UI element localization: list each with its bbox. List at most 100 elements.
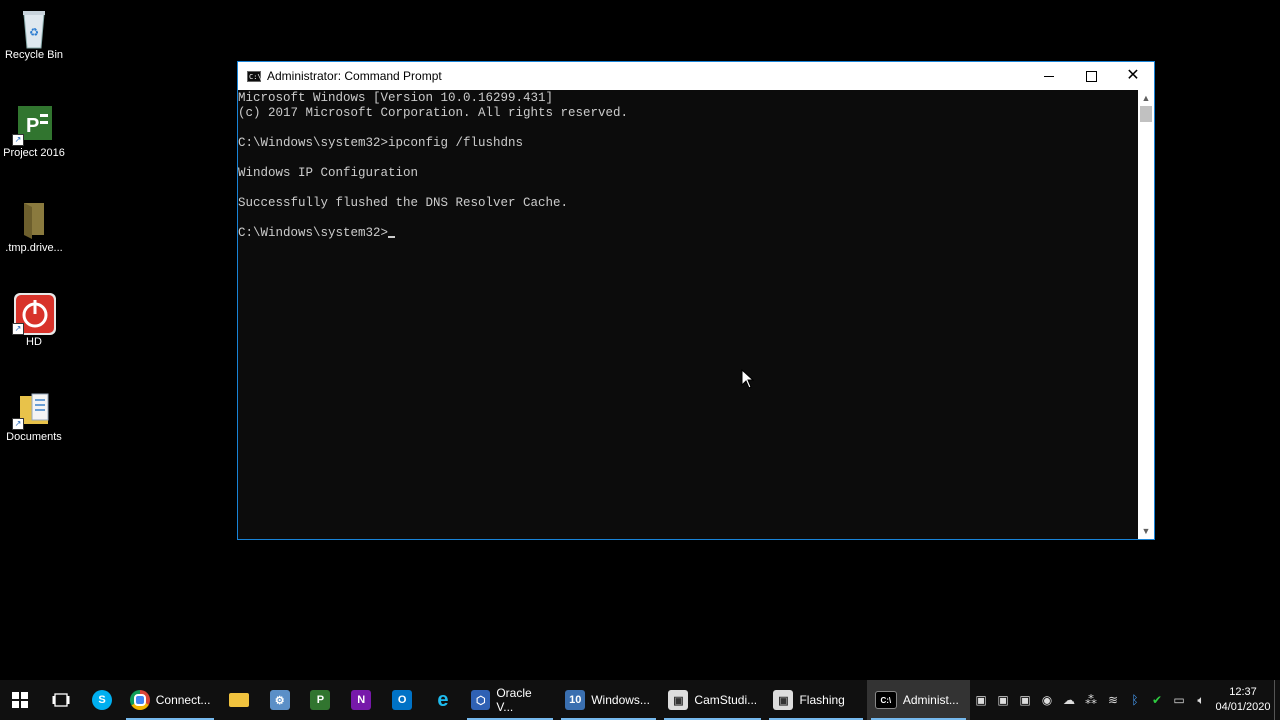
desktop-icon-tmp-drive[interactable]: .tmp.drive...	[0, 193, 68, 254]
console-line: Successfully flushed the DNS Resolver Ca…	[238, 196, 569, 210]
skype-icon: S	[92, 690, 113, 710]
text-cursor	[388, 236, 396, 238]
desktop-icon-label: HD	[26, 336, 42, 348]
file-explorer-button[interactable]	[218, 680, 259, 720]
desktop-icon-project-2016[interactable]: P ↗ Project 2016	[0, 98, 68, 159]
show-desktop-button[interactable]	[1274, 680, 1280, 720]
file-explorer-icon	[228, 693, 249, 707]
console-line: Microsoft Windows [Version 10.0.16299.43…	[238, 91, 554, 105]
svg-text:P: P	[26, 115, 39, 137]
desktop-icon-recycle-bin[interactable]: ♻ Recycle Bin	[0, 0, 68, 61]
vertical-scrollbar[interactable]: ▲ ▼	[1138, 90, 1154, 539]
scroll-up-button[interactable]: ▲	[1138, 90, 1154, 106]
power-icon: ↗	[12, 293, 56, 335]
taskbar-app-chrome[interactable]: Connect...	[122, 680, 218, 720]
internet-explorer-icon: e	[437, 688, 449, 711]
taskbar-app-flashing[interactable]: ▣ Flashing	[765, 680, 866, 720]
task-view-icon	[52, 693, 70, 707]
outlook-button[interactable]: O	[382, 680, 423, 720]
documents-icon: ↗	[12, 388, 54, 430]
taskbar-app-oracle-vm[interactable]: ⬡ Oracle V...	[463, 680, 557, 720]
desktop-icon-label: .tmp.drive...	[5, 242, 63, 254]
title-bar[interactable]: C:\ Administrator: Command Prompt ✕	[238, 62, 1154, 90]
mouse-pointer-icon	[741, 368, 755, 394]
taskbar-app-windows[interactable]: 10 Windows...	[557, 680, 660, 720]
taskbar-app-label: Connect...	[155, 693, 211, 707]
svg-text:♻: ♻	[29, 27, 39, 39]
project-button[interactable]: P	[300, 680, 341, 720]
taskbar-app-label: Windows...	[591, 693, 650, 707]
taskbar-app-camstudio[interactable]: ▣ CamStudi...	[660, 680, 765, 720]
onenote-icon: N	[351, 690, 372, 710]
battery-icon[interactable]: ▭	[1168, 680, 1190, 720]
clock-date: 04/01/2020	[1215, 701, 1271, 713]
close-button[interactable]: ✕	[1112, 62, 1154, 90]
minimize-button[interactable]	[1028, 62, 1070, 90]
close-icon: ✕	[1126, 67, 1140, 84]
internet-explorer-button[interactable]: e	[423, 680, 464, 720]
desktop-icon-label: Project 2016	[3, 147, 65, 159]
task-view-button[interactable]	[41, 680, 82, 720]
minimize-icon	[1044, 75, 1054, 77]
bluetooth-icon[interactable]: ᛒ	[1124, 680, 1146, 720]
desktop-icon-hd[interactable]: ↗ HD	[0, 287, 68, 348]
desktop-icon-label: Recycle Bin	[4, 49, 64, 61]
cmd-icon: C:\	[247, 70, 262, 82]
volume-icon[interactable]: 🔈︎	[1190, 680, 1212, 720]
camstudio-icon[interactable]: ▣	[970, 680, 992, 720]
window-title: Administrator: Command Prompt	[267, 69, 442, 83]
network-icon: ⚙	[269, 690, 290, 710]
scrollbar-thumb[interactable]	[1140, 106, 1152, 122]
taskbar-app-label: Flashing	[799, 693, 845, 707]
maximize-icon	[1085, 70, 1097, 82]
camstudio-icon[interactable]: ▣	[992, 680, 1014, 720]
shortcut-arrow-icon: ↗	[12, 418, 24, 430]
taskbar-app-command-prompt[interactable]: C:\ Administ...	[866, 680, 970, 720]
scroll-down-button[interactable]: ▼	[1138, 523, 1154, 539]
taskbar-app-label: Oracle V...	[496, 686, 532, 714]
network-app-button[interactable]: ⚙	[259, 680, 300, 720]
command-prompt-window[interactable]: C:\ Administrator: Command Prompt ✕ Micr…	[237, 61, 1155, 540]
chrome-icon[interactable]: ◉	[1036, 680, 1058, 720]
maximize-button[interactable]	[1070, 62, 1112, 90]
skype-button[interactable]: S	[82, 680, 123, 720]
console-line: C:\Windows\system32>ipconfig /flushdns	[238, 136, 524, 150]
console-output[interactable]: Microsoft Windows [Version 10.0.16299.43…	[238, 90, 1138, 539]
taskbar: S Connect... ⚙ P N O e ⬡ Oracle V... 10 …	[0, 680, 1280, 720]
project-icon: P	[310, 690, 331, 710]
shortcut-arrow-icon: ↗	[12, 323, 24, 335]
onedrive-icon[interactable]: ☁	[1058, 680, 1080, 720]
windows-installer-icon: 10	[565, 690, 586, 710]
virtualbox-icon: ⬡	[471, 690, 491, 710]
desktop-icon-label: Documents	[6, 431, 62, 443]
folder-icon	[14, 199, 54, 239]
camstudio-icon: ▣	[773, 690, 794, 710]
camstudio-icon[interactable]: ▣	[1014, 680, 1036, 720]
outlook-icon: O	[392, 690, 413, 710]
network-status-icon[interactable]: ⁂	[1080, 680, 1102, 720]
taskbar-app-label: CamStudi...	[694, 693, 758, 707]
desktop-icon-documents[interactable]: ↗ Documents	[0, 382, 68, 443]
system-tray: ▣ ▣ ▣ ◉ ☁ ⁂ ≋ ᛒ ✔ ▭ 🔈︎ 12:37 04/01/2020	[970, 680, 1280, 720]
taskbar-app-label: Administ...	[902, 693, 959, 707]
wifi-icon[interactable]: ≋	[1102, 680, 1124, 720]
start-button[interactable]	[0, 680, 41, 720]
onenote-button[interactable]: N	[341, 680, 382, 720]
windows-logo-icon	[12, 692, 29, 708]
console-prompt: C:\Windows\system32>	[238, 226, 389, 240]
chrome-icon	[130, 690, 150, 710]
clock-time: 12:37	[1229, 686, 1257, 698]
console-line: (c) 2017 Microsoft Corporation. All righ…	[238, 106, 629, 120]
camstudio-icon: ▣	[668, 690, 689, 710]
console-prompt-line[interactable]: C:\Windows\system32>	[238, 226, 1138, 241]
taskbar-clock[interactable]: 12:37 04/01/2020	[1212, 685, 1274, 715]
cmd-icon: C:\	[874, 691, 897, 709]
recycle-bin-icon: ♻	[14, 6, 54, 49]
project-icon: P ↗	[12, 104, 54, 146]
shortcut-arrow-icon: ↗	[12, 134, 24, 146]
defender-icon[interactable]: ✔	[1146, 680, 1168, 720]
console-line: Windows IP Configuration	[238, 166, 419, 180]
